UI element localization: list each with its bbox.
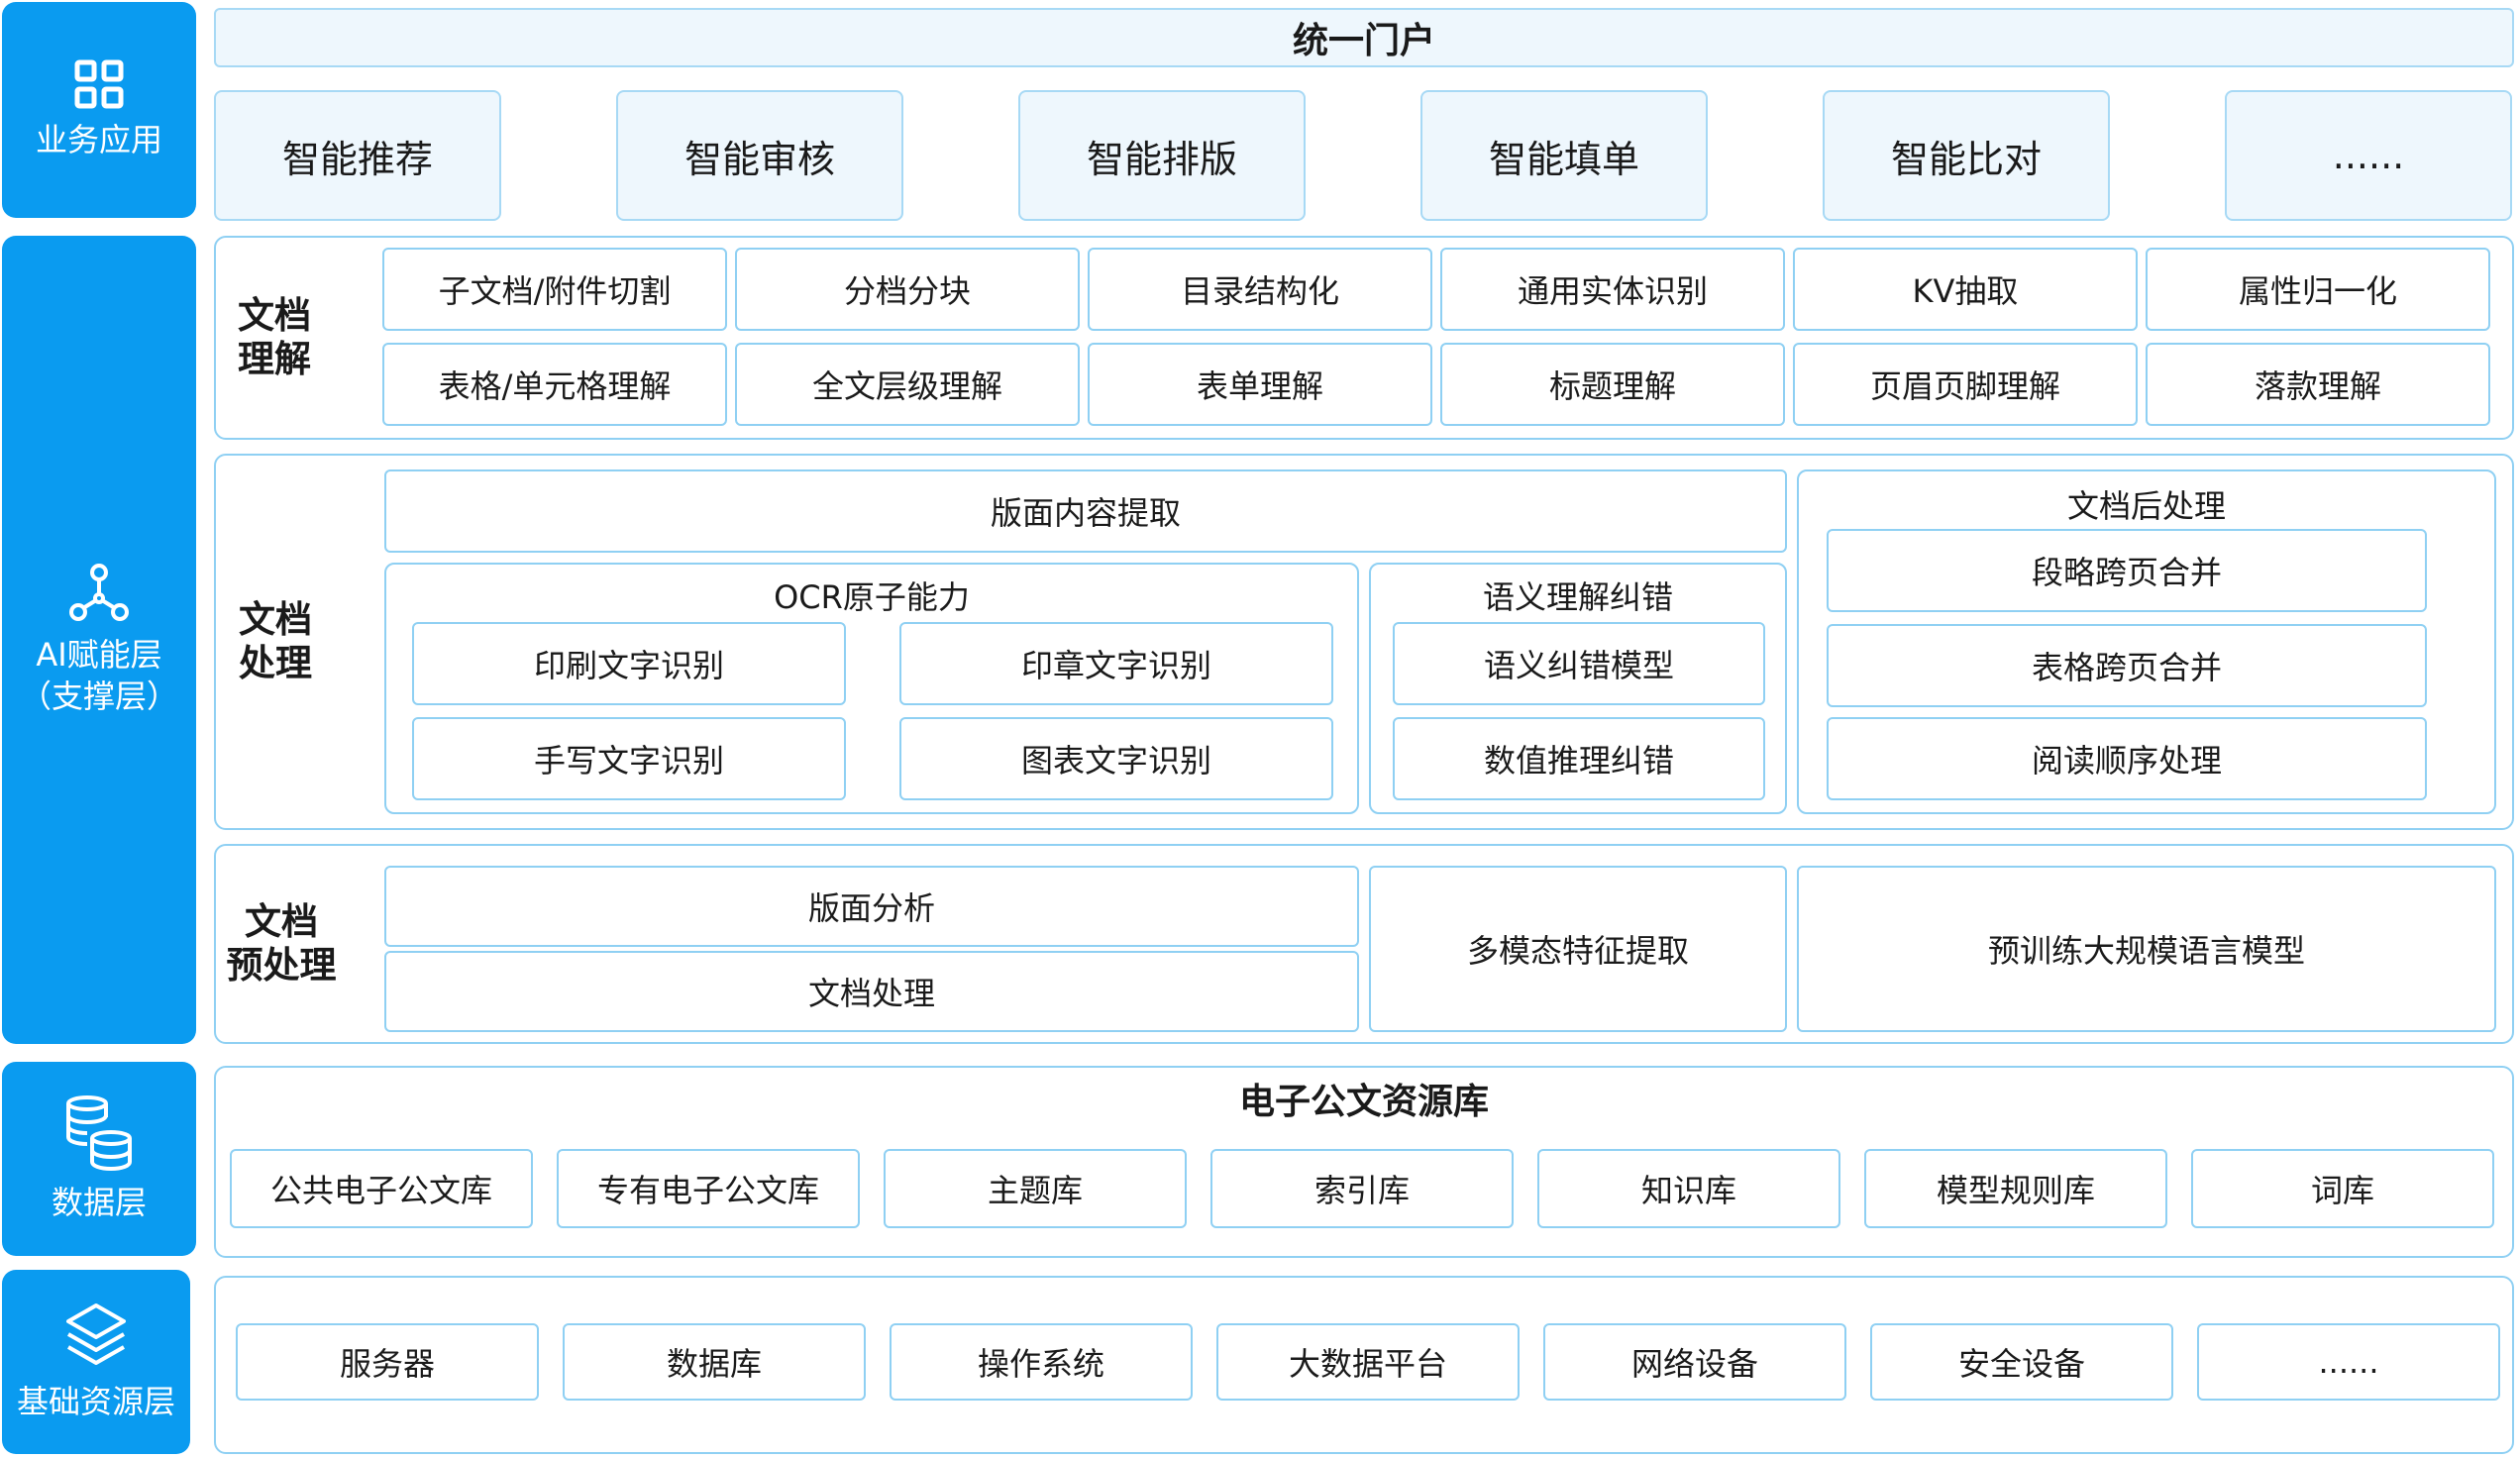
sidebar-business-layer: 业务应用: [2, 2, 196, 218]
app-smart-form-fill: 智能填单: [1420, 90, 1708, 221]
infra-item: ......: [2197, 1323, 2500, 1401]
repository-item: 主题库: [884, 1149, 1187, 1228]
repository-item: 索引库: [1210, 1149, 1514, 1228]
processing-label: 文档 处理: [239, 598, 312, 684]
understanding-item: 表单理解: [1088, 343, 1432, 426]
infra-item: 服务器: [236, 1323, 539, 1401]
preprocessing-label: 文档 预处理: [226, 900, 337, 987]
app-smart-layout: 智能排版: [1018, 90, 1306, 221]
sidebar-data-layer: 数据层: [2, 1062, 196, 1256]
understanding-item: 通用实体识别: [1440, 248, 1785, 331]
understanding-item: 表格/单元格理解: [382, 343, 727, 426]
ocr-title: OCR原子能力: [774, 578, 970, 616]
repository-title: 电子公文资源库: [1238, 1082, 1489, 1122]
infra-item: 数据库: [563, 1323, 866, 1401]
understanding-item: 落款理解: [2146, 343, 2490, 426]
understanding-item: 标题理解: [1440, 343, 1785, 426]
ai-layer-label: AI赋能层 （支撑层）: [19, 636, 178, 715]
ocr-item: 印刷文字识别: [412, 622, 846, 705]
understanding-item: 子文档/附件切割: [382, 248, 727, 331]
understanding-item: 分档分块: [735, 248, 1080, 331]
understanding-label: 文档 理解: [238, 294, 311, 380]
infra-item: 大数据平台: [1216, 1323, 1520, 1401]
semantic-item: 数值推理纠错: [1393, 717, 1765, 800]
app-smart-recommend: 智能推荐: [214, 90, 501, 221]
ocr-item: 印章文字识别: [899, 622, 1333, 705]
app-smart-review: 智能审核: [616, 90, 903, 221]
grid-icon: [74, 59, 124, 109]
database-icon: [63, 1094, 135, 1172]
repository-item: 词库: [2191, 1149, 2494, 1228]
repository-item: 模型规则库: [1864, 1149, 2167, 1228]
repository-item: 专有电子公文库: [557, 1149, 860, 1228]
sidebar-ai-layer: AI赋能层 （支撑层）: [2, 236, 196, 1044]
post-item: 段略跨页合并: [1827, 529, 2427, 612]
understanding-item: 属性归一化: [2146, 248, 2490, 331]
understanding-item: 页眉页脚理解: [1793, 343, 2138, 426]
understanding-item: KV抽取: [1793, 248, 2138, 331]
sidebar-infra-layer: 基础资源层: [2, 1270, 190, 1454]
semantic-title: 语义理解纠错: [1482, 578, 1673, 616]
ocr-item: 图表文字识别: [899, 717, 1333, 800]
layers-icon: [64, 1302, 128, 1371]
app-smart-compare: 智能比对: [1823, 90, 2110, 221]
post-title: 文档后处理: [2066, 487, 2226, 525]
layout-content-extract: 版面内容提取: [384, 469, 1787, 553]
ocr-item: 手写文字识别: [412, 717, 846, 800]
layout-analysis: 版面分析: [384, 866, 1359, 947]
understanding-item: 全文层级理解: [735, 343, 1080, 426]
semantic-item: 语义纠错模型: [1393, 622, 1765, 705]
infra-item: 操作系统: [890, 1323, 1193, 1401]
understanding-item: 目录结构化: [1088, 248, 1432, 331]
repository-item: 公共电子公文库: [230, 1149, 533, 1228]
data-layer-label: 数据层: [51, 1184, 147, 1221]
network-nodes-icon: [68, 563, 130, 624]
multimodal-feature-extract: 多模态特征提取: [1369, 866, 1787, 1032]
post-item: 表格跨页合并: [1827, 624, 2427, 707]
business-layer-label: 业务应用: [35, 121, 162, 158]
document-process: 文档处理: [384, 951, 1359, 1032]
portal-title: 统一门户: [214, 8, 2514, 67]
repository-item: 知识库: [1537, 1149, 1840, 1228]
infra-item: 网络设备: [1543, 1323, 1846, 1401]
app-more: ......: [2225, 90, 2512, 221]
infra-layer-label: 基础资源层: [16, 1383, 175, 1420]
pretrained-llm: 预训练大规模语言模型: [1797, 866, 2496, 1032]
infra-item: 安全设备: [1870, 1323, 2173, 1401]
post-item: 阅读顺序处理: [1827, 717, 2427, 800]
